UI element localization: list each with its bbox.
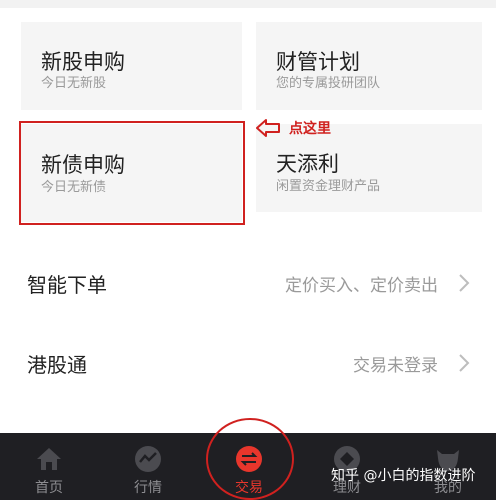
annotation-text: 点这里 xyxy=(289,121,331,137)
wealth-plan-card[interactable]: 财管计划 您的专属投研团队 xyxy=(256,22,482,110)
card-title: 新债申购 xyxy=(41,153,125,177)
home-icon xyxy=(37,448,61,470)
market-chart-icon xyxy=(135,446,161,472)
row-value: 交易未登录 xyxy=(353,355,438,376)
annotation-callout: 点这里 xyxy=(255,116,331,140)
row-title: 智能下单 xyxy=(27,272,107,297)
card-subtitle: 您的专属投研团队 xyxy=(276,76,381,91)
ipo-subscribe-card[interactable]: 新股申购 今日无新股 xyxy=(21,22,242,110)
card-subtitle: 今日无新股 xyxy=(41,76,107,91)
tab-label: 行情 xyxy=(134,480,162,496)
row-value: 定价买入、定价卖出 xyxy=(285,275,438,296)
tab-home[interactable]: 首页 xyxy=(9,433,89,500)
chevron-right-icon xyxy=(459,274,470,292)
card-title: 天添利 xyxy=(276,152,339,176)
tab-label: 首页 xyxy=(35,480,63,496)
row-title: 港股通 xyxy=(27,352,87,377)
chevron-right-icon xyxy=(459,354,470,372)
tab-trade[interactable]: 交易 xyxy=(209,433,289,500)
left-arrow-icon xyxy=(256,119,280,137)
smart-order-row[interactable]: 智能下单 定价买入、定价卖出 xyxy=(0,253,496,313)
top-divider xyxy=(0,0,496,8)
card-subtitle: 闲置资金理财产品 xyxy=(276,179,381,194)
trade-exchange-icon xyxy=(236,446,262,472)
hk-connect-row[interactable]: 港股通 交易未登录 xyxy=(0,333,496,393)
bond-subscribe-card[interactable]: 新债申购 今日无新债 xyxy=(21,124,242,222)
tab-label: 交易 xyxy=(235,480,263,496)
tab-market[interactable]: 行情 xyxy=(108,433,188,500)
watermark: 知乎 @小白的指数进阶 xyxy=(331,468,476,484)
card-subtitle: 今日无新债 xyxy=(41,180,107,195)
